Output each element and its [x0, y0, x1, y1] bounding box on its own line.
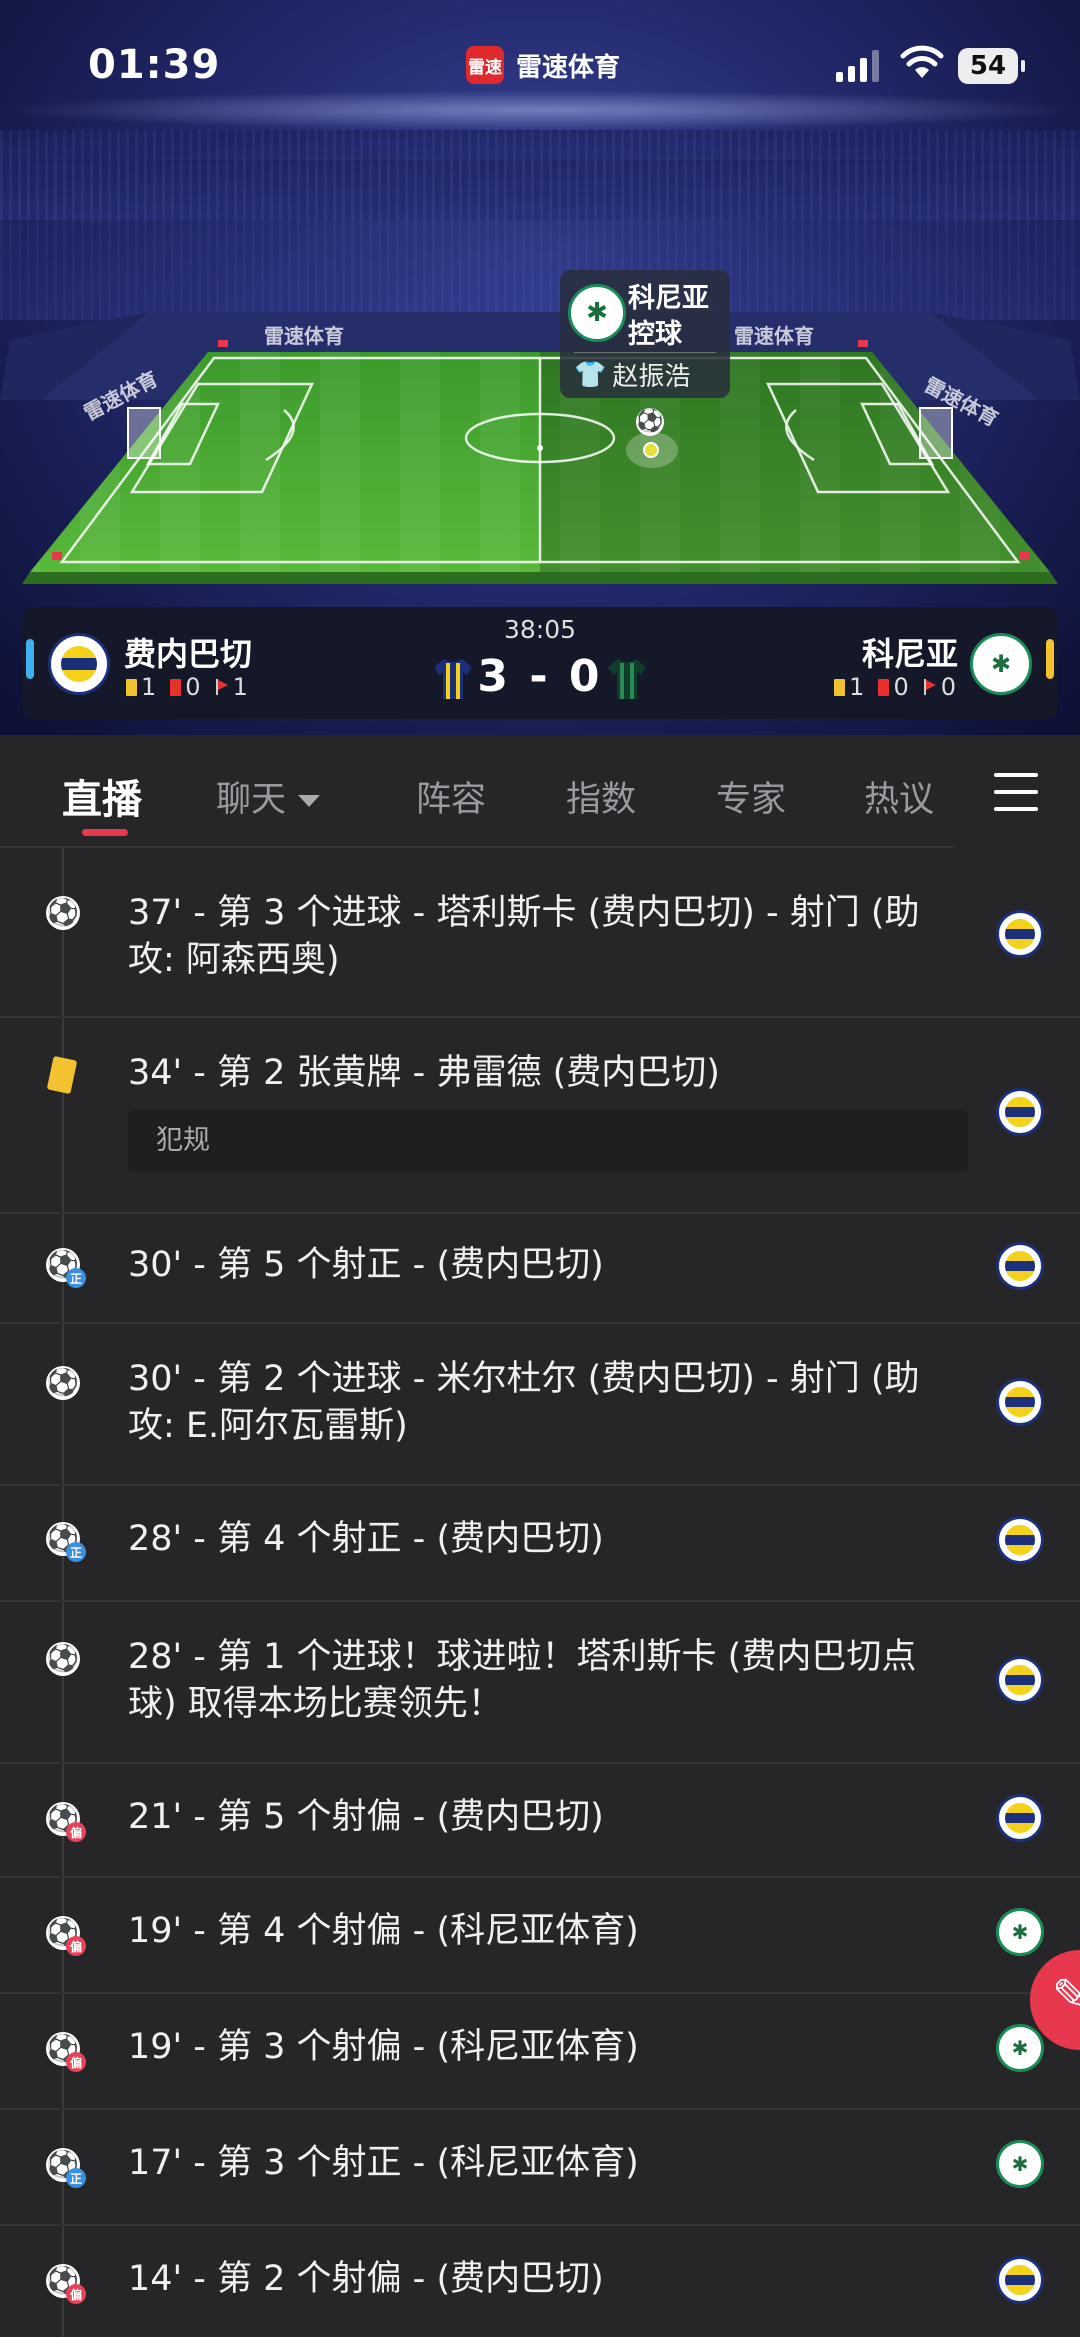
away-yellow-count: 1 — [849, 673, 865, 701]
app-logo-icon: 雷速 — [466, 46, 504, 84]
away-jersey-icon — [608, 659, 646, 699]
event-text: 19' - 第 4 个射偏 - (科尼亚体育) — [128, 1911, 639, 1951]
jersey-icon: 👕 — [574, 359, 607, 390]
event-note: 犯规 — [128, 1110, 968, 1172]
shot-off-badge: 偏 — [66, 1936, 86, 1956]
score-panel[interactable]: 费内巴切 1 0 1 38:05 3 - 0 科尼亚 1 0 0 ✱ — [22, 607, 1058, 719]
tab-lineup[interactable]: 阵容 — [416, 771, 486, 822]
menu-icon[interactable] — [994, 773, 1038, 813]
battery-icon: 54 — [958, 48, 1025, 84]
event-row[interactable]: ⚽ 偏 19' - 第 3 个射偏 - (科尼亚体育) ✱ — [0, 1992, 1080, 2110]
possession-tooltip: ✱ 科尼亚 控球 👕 赵振浩 — [560, 270, 730, 398]
fenerbahce-crest-icon — [996, 1242, 1044, 1290]
event-text: 37' - 第 3 个进球 - 塔利斯卡 (费内巴切) - 射门 (助攻: 阿森… — [128, 893, 920, 980]
away-team-name: 科尼亚 — [861, 635, 958, 673]
shot-on-target-icon: ⚽ 正 — [46, 2148, 86, 2188]
goal-ball-icon: ⚽ — [46, 1366, 80, 1400]
app-name: 雷速体育 — [516, 52, 621, 83]
tab-discussion[interactable]: 热议 — [864, 771, 934, 822]
event-row[interactable]: ⚽ 正 17' - 第 3 个射正 - (科尼亚体育) ✱ — [0, 2108, 1080, 2226]
goal-ball-icon: ⚽ — [46, 896, 80, 930]
event-row[interactable]: ⚽ 正 30' - 第 5 个射正 - (费内巴切) — [0, 1212, 1080, 1324]
shot-on-badge: 正 — [66, 1542, 86, 1562]
goal-ball-icon: ⚽ — [46, 1642, 80, 1676]
fenerbahce-crest-icon — [996, 1656, 1044, 1704]
app-badge: 雷速 雷速体育 — [466, 46, 620, 84]
away-red-stat: 0 — [878, 673, 909, 701]
yellow-card-icon — [834, 678, 846, 696]
away-stats: 1 0 0 — [834, 673, 956, 701]
konya-crest-icon: ✱ — [996, 1908, 1044, 1956]
event-text: 17' - 第 3 个射正 - (科尼亚体育) — [128, 2143, 639, 2183]
event-text: 28' - 第 4 个射正 - (费内巴切) — [128, 1519, 604, 1559]
shot-off-target-icon: ⚽ 偏 — [46, 1802, 86, 1842]
fenerbahce-crest-icon — [996, 2256, 1044, 2304]
possession-action: 控球 — [628, 319, 682, 350]
fenerbahce-crest-icon — [996, 910, 1044, 958]
event-text: 28' - 第 1 个进球！球进啦！塔利斯卡 (费内巴切点球) 取得本场比赛领先… — [128, 1637, 917, 1724]
fenerbahce-crest-icon — [996, 1794, 1044, 1842]
possession-team: 科尼亚 — [628, 283, 709, 314]
away-yellow-stat: 1 — [834, 673, 864, 701]
tab-odds[interactable]: 指数 — [566, 771, 636, 822]
away-red-count: 0 — [893, 673, 909, 701]
shot-off-target-icon: ⚽ 偏 — [46, 2264, 86, 2304]
event-row[interactable]: ⚽ 正 28' - 第 4 个射正 - (费内巴切) — [0, 1484, 1080, 1602]
shot-on-badge: 正 — [66, 1268, 86, 1288]
wifi-icon — [900, 45, 944, 78]
konya-crest-icon: ✱ — [568, 284, 626, 342]
board-text-1: 雷速体育 — [264, 324, 344, 348]
shot-off-target-icon: ⚽ 偏 — [46, 2032, 86, 2072]
crowd-lower — [0, 160, 1080, 320]
board-text-2: 雷速体育 — [734, 324, 814, 348]
event-text: 30' - 第 2 个进球 - 米尔杜尔 (费内巴切) - 射门 (助攻: E.… — [128, 1359, 920, 1446]
konya-crest-icon: ✱ — [996, 2024, 1044, 2072]
event-text: 34' - 第 2 张黄牌 - 弗雷德 (费内巴切) — [128, 1053, 720, 1093]
event-text: 19' - 第 3 个射偏 - (科尼亚体育) — [128, 2027, 639, 2067]
red-card-icon — [878, 678, 890, 696]
tab-chat-label: 聊天 — [216, 780, 287, 820]
event-text: 21' - 第 5 个射偏 - (费内巴切) — [128, 1797, 604, 1837]
away-corner-count: 0 — [940, 673, 956, 701]
signal-icon — [836, 48, 879, 82]
fenerbahce-crest-icon — [996, 1516, 1044, 1564]
active-tab-indicator — [82, 829, 128, 836]
event-row[interactable]: ⚽ 偏 21' - 第 5 个射偏 - (费内巴切) — [0, 1762, 1080, 1878]
fenerbahce-crest-icon — [996, 1088, 1044, 1136]
shot-off-badge: 偏 — [66, 1822, 86, 1842]
status-time: 01:39 — [88, 42, 221, 88]
stadium-header: 01:39 雷速 雷速体育 54 雷速体育 雷速体育 雷速体育 雷速体育 ✱ 科… — [0, 0, 1080, 735]
shot-on-target-icon: ⚽ 正 — [46, 1248, 86, 1288]
shot-off-target-icon: ⚽ 偏 — [46, 1916, 86, 1956]
tab-chat[interactable]: 聊天 — [216, 771, 321, 822]
event-text: 14' - 第 2 个射偏 - (费内巴切) — [128, 2259, 604, 2299]
ball-position-marker — [626, 432, 678, 468]
event-text: 30' - 第 5 个射正 - (费内巴切) — [128, 1245, 604, 1285]
shot-off-badge: 偏 — [66, 2052, 86, 2072]
event-row[interactable]: ⚽ 37' - 第 3 个进球 - 塔利斯卡 (费内巴切) - 射门 (助攻: … — [0, 848, 1080, 1018]
event-row[interactable]: ⚽ 偏 19' - 第 4 个射偏 - (科尼亚体育) ✱ — [0, 1876, 1080, 1994]
possession-player-row: 👕 赵振浩 — [574, 356, 690, 393]
event-row[interactable]: ⚽ 偏 14' - 第 2 个射偏 - (费内巴切) — [0, 2224, 1080, 2337]
konya-crest-icon: ✱ — [970, 633, 1032, 695]
shot-on-badge: 正 — [66, 2168, 86, 2188]
event-row[interactable]: ⚽ 30' - 第 2 个进球 - 米尔杜尔 (费内巴切) - 射门 (助攻: … — [0, 1322, 1080, 1486]
fenerbahce-crest-icon — [996, 1378, 1044, 1426]
chevron-down-icon — [298, 795, 321, 807]
possession-player: 赵振浩 — [612, 362, 691, 392]
event-row[interactable]: ⚽ 28' - 第 1 个进球！球进啦！塔利斯卡 (费内巴切点球) 取得本场比赛… — [0, 1600, 1080, 1764]
tab-bar: 直播 聊天 阵容 指数 专家 热议 — [0, 735, 1080, 847]
tooltip-divider — [574, 352, 716, 353]
corner-flag-icon — [923, 679, 937, 695]
shot-on-target-icon: ⚽ 正 — [46, 1522, 86, 1562]
event-row[interactable]: 34' - 第 2 张黄牌 - 弗雷德 (费内巴切) 犯规 — [0, 1016, 1080, 1214]
yellow-card-icon — [46, 1055, 78, 1095]
stadium-lights — [0, 90, 1080, 130]
tab-live[interactable]: 直播 — [62, 767, 142, 825]
tab-experts[interactable]: 专家 — [716, 771, 786, 822]
shot-off-badge: 偏 — [66, 2284, 86, 2304]
konya-crest-icon: ✱ — [996, 2140, 1044, 2188]
away-corner-stat: 0 — [923, 673, 956, 701]
pitch-graphic — [0, 312, 1080, 584]
